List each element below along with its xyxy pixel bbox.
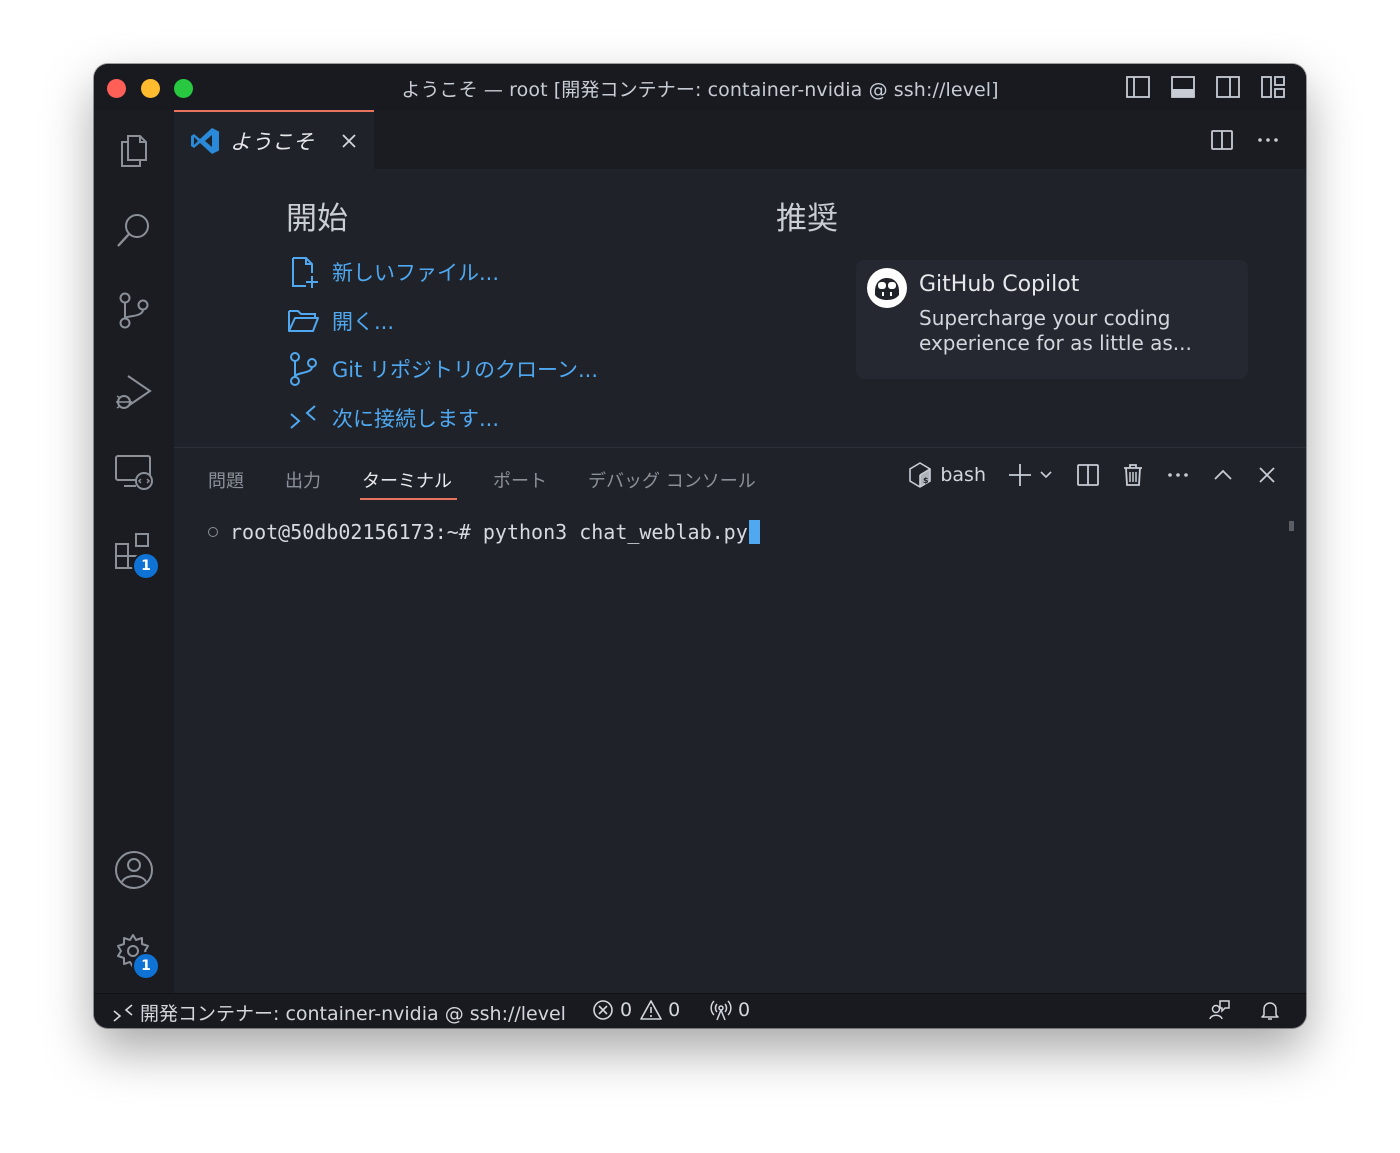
chevron-down-icon	[1040, 471, 1052, 479]
customize-layout-icon[interactable]	[1260, 74, 1286, 100]
copilot-card-description: Supercharge your coding experience for a…	[919, 306, 1192, 355]
bottom-panel: 問題 出力 ターミナル ポート デバッグ コンソール $ bash root@5…	[174, 447, 1306, 994]
ports-indicator[interactable]: 0	[710, 999, 750, 1021]
more-panel-actions-icon[interactable]	[1166, 463, 1190, 487]
new-terminal-icon[interactable]	[1008, 463, 1054, 487]
remote-connect-icon	[286, 401, 320, 435]
panel-actions: $ bash	[886, 462, 1278, 488]
open-link[interactable]: 開く...	[286, 304, 394, 338]
shell-name: bash	[940, 464, 986, 486]
run-debug-icon[interactable]	[114, 372, 154, 412]
accounts-icon[interactable]	[114, 850, 154, 890]
broadcast-icon	[710, 1000, 732, 1021]
close-panel-icon[interactable]	[1256, 464, 1278, 486]
manage-gear-icon[interactable]: 1	[114, 932, 160, 980]
tab-debug-console[interactable]: デバッグ コンソール	[588, 467, 756, 493]
warning-icon	[640, 1000, 662, 1020]
terminal-output[interactable]: root@50db02156173:~# python3 chat_weblab…	[208, 520, 760, 544]
status-bar: 開発コンテナー: container-nvidia @ ssh://level …	[94, 993, 1306, 1028]
close-tab-icon[interactable]	[340, 132, 358, 154]
recommended-heading: 推奨	[776, 201, 838, 237]
terminal-cursor	[748, 520, 760, 544]
problems-indicator[interactable]: 0 0	[592, 999, 680, 1021]
error-icon	[593, 1000, 613, 1020]
active-tab-indicator	[360, 498, 457, 500]
vscode-window: ようこそ — root [開発コンテナー: container-nvidia @…	[94, 64, 1306, 1028]
tab-welcome[interactable]: ようこそ	[174, 110, 374, 169]
welcome-page: 開始 新しいファイル... 開く... Git リポジトリのクローン... 次に…	[174, 169, 1306, 447]
svg-text:$: $	[923, 476, 929, 485]
tab-output[interactable]: 出力	[285, 467, 321, 493]
command-status-icon	[208, 527, 218, 537]
remote-indicator[interactable]: 開発コンテナー: container-nvidia @ ssh://level	[112, 999, 566, 1026]
remote-icon	[113, 1003, 133, 1022]
git-branch-icon	[286, 352, 320, 386]
copilot-card[interactable]: GitHub Copilot Supercharge your coding e…	[856, 260, 1248, 379]
layout-controls	[1125, 74, 1286, 100]
notifications-bell-icon[interactable]	[1259, 999, 1281, 1021]
more-actions-icon[interactable]	[1256, 128, 1280, 156]
remote-label: 開発コンテナー: container-nvidia @ ssh://level	[140, 1003, 566, 1025]
warning-count: 0	[668, 999, 681, 1021]
activity-bar: 1 1	[94, 110, 174, 993]
error-count: 0	[620, 999, 633, 1021]
terminal-prompt-line: root@50db02156173:~# python3 chat_weblab…	[230, 520, 748, 544]
connect-to-link[interactable]: 次に接続します...	[286, 401, 499, 435]
new-file-icon	[286, 255, 320, 289]
new-file-link[interactable]: 新しいファイル...	[286, 255, 499, 289]
kill-terminal-icon[interactable]	[1122, 463, 1144, 487]
toggle-panel-icon[interactable]	[1170, 74, 1196, 100]
editor-tab-bar: ようこそ	[174, 110, 1306, 169]
start-heading: 開始	[286, 201, 348, 237]
terminal-shell-selector[interactable]: $ bash	[908, 462, 986, 488]
explorer-icon[interactable]	[114, 130, 154, 170]
maximize-panel-icon[interactable]	[1212, 464, 1234, 486]
feedback-icon[interactable]	[1208, 999, 1230, 1021]
open-folder-icon	[286, 304, 320, 338]
terminal-scrollbar[interactable]	[1289, 521, 1294, 531]
vscode-logo-icon	[190, 127, 220, 159]
editor-actions	[1210, 128, 1280, 156]
search-icon[interactable]	[114, 210, 154, 250]
split-editor-icon[interactable]	[1210, 128, 1234, 156]
source-control-icon[interactable]	[114, 290, 154, 330]
tab-label: ようこそ	[230, 130, 314, 154]
git-clone-link[interactable]: Git リポジトリのクローン...	[286, 352, 598, 386]
remote-explorer-icon[interactable]	[114, 452, 154, 492]
copilot-card-title: GitHub Copilot	[919, 272, 1080, 297]
toggle-secondary-sidebar-icon[interactable]	[1215, 74, 1241, 100]
split-terminal-icon[interactable]	[1076, 463, 1100, 487]
tab-terminal[interactable]: ターミナル	[362, 467, 452, 493]
ports-count: 0	[738, 999, 751, 1021]
settings-badge: 1	[132, 952, 160, 980]
copilot-icon	[866, 267, 908, 313]
extensions-badge: 1	[132, 552, 160, 580]
title-bar: ようこそ — root [開発コンテナー: container-nvidia @…	[94, 64, 1306, 111]
toggle-primary-sidebar-icon[interactable]	[1125, 74, 1151, 100]
tab-problems[interactable]: 問題	[208, 467, 244, 493]
tab-ports[interactable]: ポート	[493, 467, 547, 493]
extensions-icon[interactable]: 1	[114, 532, 160, 580]
